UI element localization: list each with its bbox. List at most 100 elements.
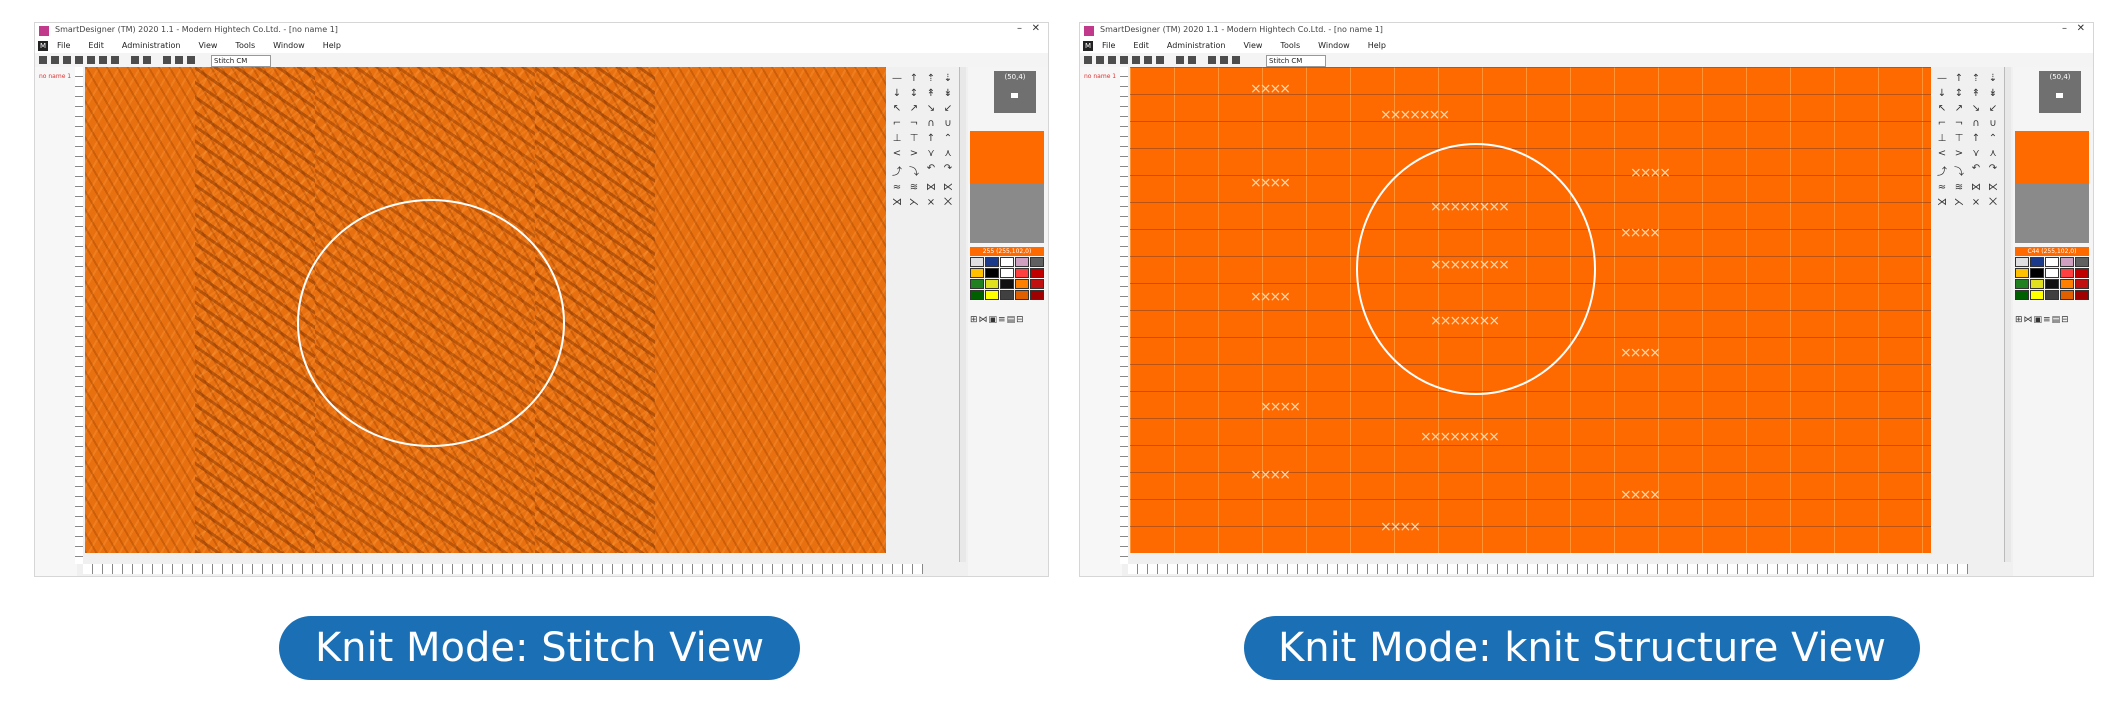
stitch-tool-icon[interactable]: ⤴ [1935,163,1949,178]
current-color-swatch[interactable] [970,131,1044,183]
stitch-tool-icon[interactable]: ↖ [890,103,904,114]
stitch-tool-icon[interactable]: ⇡ [924,73,938,84]
palette-swatch[interactable] [970,257,984,267]
stitch-tool-icon[interactable]: < [890,148,904,159]
stitch-tool-icon[interactable]: ⋈ [924,182,938,193]
stitch-tool-icon[interactable]: ⋉ [941,182,955,193]
stitch-tool-icon[interactable]: ¬ [907,118,921,129]
palette-swatch[interactable] [985,290,999,300]
stitch-tool-icon[interactable]: ⋎ [1969,148,1983,159]
zoom-select[interactable]: Stitch CM [1266,55,1326,67]
palette-swatch[interactable] [2030,290,2044,300]
stitch-tool-icon[interactable]: ≈ [890,182,904,193]
view-icon[interactable] [1232,56,1240,64]
stitch-tool-icon[interactable]: ↑ [1969,133,1983,144]
new-icon[interactable] [1084,56,1092,64]
redo-icon[interactable] [143,56,151,64]
minimize-icon[interactable]: – [1017,23,1022,34]
copy-icon[interactable] [1144,56,1152,64]
stitch-tool-icon[interactable]: ↷ [1986,163,2000,178]
stitch-tool-icon[interactable]: ⤵ [1952,163,1966,178]
stitch-tool-icon[interactable]: ↑ [924,133,938,144]
palette-swatch[interactable] [2075,279,2089,289]
stitch-tool-icon[interactable]: ⤵ [907,163,921,178]
stitch-tool-icon[interactable]: ⋊ [890,197,904,208]
stitch-tool-icon[interactable]: ↙ [1986,103,2000,114]
menu-administration[interactable]: Administration [122,41,181,50]
palette-swatch[interactable] [970,279,984,289]
palette-swatch[interactable] [2075,268,2089,278]
stitch-tool-icon[interactable]: ⌐ [890,118,904,129]
grid-icon[interactable] [1208,56,1216,64]
stitch-tool-icon[interactable]: ↡ [1986,88,2000,99]
palette-swatch[interactable] [2060,268,2074,278]
redo-icon[interactable] [1188,56,1196,64]
stitch-tool-icon[interactable]: ∪ [1986,118,2000,129]
menu-edit[interactable]: Edit [1133,41,1149,50]
stitch-tool-icon[interactable]: ⨯ [1969,197,1983,208]
stitch-tool-icon[interactable]: ↑ [907,73,921,84]
stitch-tool-icon[interactable]: ⊤ [907,133,921,144]
undo-icon[interactable] [131,56,139,64]
copy-icon[interactable] [99,56,107,64]
vertical-scrollbar[interactable] [2004,67,2011,562]
stitch-tool-icon[interactable]: ⇡ [1969,73,1983,84]
stitch-tool-icon[interactable]: ↷ [941,163,955,178]
menu-help[interactable]: Help [323,41,341,50]
zoom-icon[interactable] [175,56,183,64]
stitch-tool-icon[interactable]: ⨉ [1986,197,2000,208]
palette-swatch[interactable] [2015,279,2029,289]
palette-swatch[interactable] [1000,279,1014,289]
menu-edit[interactable]: Edit [88,41,104,50]
palette-swatch[interactable] [1015,279,1029,289]
stitch-tool-icon[interactable]: ≋ [907,182,921,193]
cut-icon[interactable] [87,56,95,64]
stitch-tool-icon[interactable]: ↑ [1952,73,1966,84]
close-icon[interactable]: ✕ [2077,23,2085,34]
palette-swatch[interactable] [1015,290,1029,300]
stitch-tool-icon[interactable]: ↕ [907,88,921,99]
menu-tools[interactable]: Tools [1280,41,1300,50]
stitch-tool-icon[interactable]: > [907,148,921,159]
grid-icon[interactable] [163,56,171,64]
stitch-tool-icon[interactable]: ⋋ [1952,197,1966,208]
palette-swatch[interactable] [985,268,999,278]
menu-file[interactable]: File [57,41,70,50]
stitch-tool-icon[interactable]: — [890,73,904,84]
stitch-tool-icon[interactable]: ↗ [907,103,921,114]
stitch-tool-icon[interactable]: — [1935,73,1949,84]
palette-tools[interactable]: ⊞⋈▣≡▤⊟ [970,315,1025,325]
palette-swatch[interactable] [985,257,999,267]
stitch-tool-icon[interactable]: ⌃ [941,133,955,144]
stitch-tool-icon[interactable]: ⋋ [907,197,921,208]
cut-icon[interactable] [1132,56,1140,64]
stitch-tool-icon[interactable]: ≋ [1952,182,1966,193]
palette-swatch[interactable] [2030,268,2044,278]
palette-swatch[interactable] [1000,268,1014,278]
stitch-tool-icon[interactable]: ⨯ [924,197,938,208]
stitch-tool-icon[interactable]: ⊥ [1935,133,1949,144]
palette-swatch[interactable] [1030,290,1044,300]
menu-window[interactable]: Window [1318,41,1350,50]
menu-window[interactable]: Window [273,41,305,50]
save-icon[interactable] [63,56,71,64]
palette-swatch[interactable] [2060,279,2074,289]
stitch-tool-icon[interactable]: ↶ [924,163,938,178]
stitch-tool-icon[interactable]: ↗ [1952,103,1966,114]
stitch-tool-icon[interactable]: ↟ [924,88,938,99]
print-icon[interactable] [75,56,83,64]
menu-view[interactable]: View [1243,41,1262,50]
palette-tools[interactable]: ⊞⋈▣≡▤⊟ [2015,315,2070,325]
stitch-tool-icon[interactable]: ⋏ [941,148,955,159]
palette-swatch[interactable] [985,279,999,289]
structure-canvas[interactable]: ⨯⨯⨯⨯ ⨯⨯⨯⨯⨯⨯⨯ ⨯⨯⨯⨯ ⨯⨯⨯⨯ ⨯⨯⨯⨯⨯⨯⨯⨯ ⨯⨯⨯⨯ ⨯⨯⨯… [1130,67,1966,553]
stitch-tool-icon[interactable]: ≈ [1935,182,1949,193]
stitch-tool-icon[interactable]: ∩ [924,118,938,129]
stitch-tool-icon[interactable]: ↖ [1935,103,1949,114]
stitch-canvas[interactable] [85,67,921,553]
stitch-tool-icon[interactable]: ⋊ [1935,197,1949,208]
palette-swatch[interactable] [1000,257,1014,267]
palette-swatch[interactable] [2060,257,2074,267]
stitch-tool-icon[interactable]: ↘ [1969,103,1983,114]
palette-swatch[interactable] [2045,268,2059,278]
